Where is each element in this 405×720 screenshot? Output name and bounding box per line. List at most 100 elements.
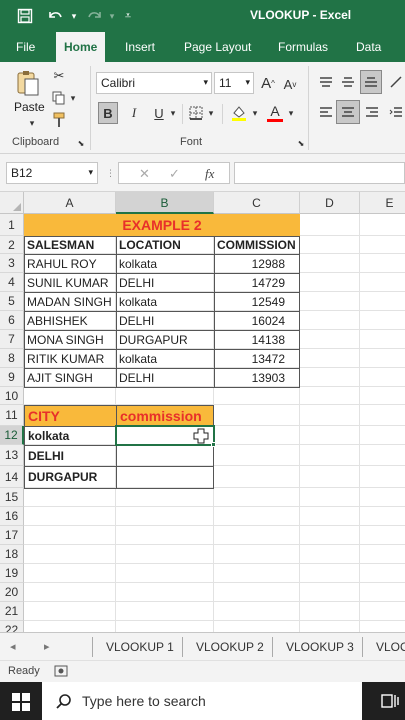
undo-dropdown-icon[interactable]: ▾ (68, 6, 80, 26)
row-header-20[interactable]: 20 (0, 583, 24, 602)
table-header-cell[interactable]: COMMISSION (214, 236, 300, 255)
table-title-cell[interactable]: EXAMPLE 2 (24, 214, 300, 236)
row-header-6[interactable]: 6 (0, 311, 24, 330)
table-row-cell[interactable]: 13472 (214, 349, 300, 369)
font-color-dropdown-icon[interactable]: ▾ (286, 106, 296, 120)
cell[interactable] (360, 602, 405, 621)
cell[interactable] (360, 488, 405, 507)
cell[interactable] (360, 583, 405, 602)
cell[interactable] (116, 583, 214, 602)
cell[interactable] (360, 507, 405, 526)
cell[interactable] (360, 330, 405, 349)
cell[interactable] (214, 488, 300, 507)
cell[interactable] (300, 368, 360, 387)
row-header-11[interactable]: 11 (0, 405, 24, 426)
cell[interactable] (214, 387, 300, 405)
table-row-cell[interactable]: kolkata (116, 349, 215, 369)
cell[interactable] (300, 488, 360, 507)
cell[interactable] (24, 621, 116, 632)
table-row-cell[interactable]: RITIK KUMAR (24, 349, 117, 369)
table-header-cell[interactable]: LOCATION (116, 236, 215, 255)
cell[interactable] (214, 602, 300, 621)
undo-icon[interactable] (44, 6, 66, 26)
cell[interactable] (300, 583, 360, 602)
underline-button[interactable]: U (150, 102, 168, 124)
sheet-tab-vlookup-2[interactable]: VLOOKUP 2 (196, 640, 264, 654)
tab-file[interactable]: File (16, 40, 35, 54)
row-header-17[interactable]: 17 (0, 526, 24, 545)
table-row-cell[interactable]: RAHUL ROY (24, 254, 117, 274)
cell[interactable] (300, 466, 360, 488)
table-row-cell[interactable]: DELHI (116, 368, 215, 388)
table-row-cell[interactable]: DURGAPUR (116, 330, 215, 350)
cell[interactable] (300, 507, 360, 526)
row-header-14[interactable]: 14 (0, 466, 24, 488)
table-row-cell[interactable]: DELHI (116, 311, 215, 331)
sheet-tab-vlookup-3[interactable]: VLOOKUP 3 (286, 640, 354, 654)
cell[interactable] (300, 273, 360, 292)
borders-icon[interactable] (186, 102, 206, 124)
lookup-city-cell[interactable]: kolkata (24, 426, 117, 446)
cell[interactable] (214, 583, 300, 602)
cell[interactable] (360, 545, 405, 564)
clipboard-launcher-icon[interactable]: ⬊ (76, 138, 86, 148)
grow-font-button[interactable]: A ^ (258, 72, 278, 94)
cell[interactable] (300, 545, 360, 564)
row-header-12[interactable]: 12 (0, 426, 24, 445)
table-row-cell[interactable]: kolkata (116, 254, 215, 274)
cell[interactable] (24, 387, 116, 405)
cell[interactable] (24, 545, 116, 564)
tab-insert[interactable]: Insert (125, 40, 155, 54)
column-header-c[interactable]: C (214, 192, 300, 214)
row-header-22[interactable]: 22 (0, 621, 24, 632)
cell[interactable] (360, 526, 405, 545)
cell[interactable] (300, 311, 360, 330)
lookup-header-cell[interactable]: CITY (24, 405, 117, 427)
row-header-5[interactable]: 5 (0, 292, 24, 311)
align-middle-icon[interactable] (338, 72, 358, 92)
cell[interactable] (300, 602, 360, 621)
prev-sheet-icon[interactable]: ◂ (10, 640, 16, 653)
row-header-15[interactable]: 15 (0, 488, 24, 507)
cell[interactable] (116, 488, 214, 507)
cell[interactable] (360, 368, 405, 387)
lookup-header-cell[interactable]: commission (116, 405, 214, 427)
fill-color-icon[interactable] (228, 102, 250, 124)
cell[interactable] (360, 445, 405, 466)
table-row-cell[interactable]: kolkata (116, 292, 215, 312)
underline-dropdown-icon[interactable]: ▾ (168, 106, 178, 120)
tab-page-layout[interactable]: Page Layout (184, 40, 251, 54)
cell[interactable] (360, 621, 405, 632)
customize-toolbar-icon[interactable]: ⩡ (120, 6, 136, 26)
cell[interactable] (360, 214, 405, 236)
cell[interactable] (214, 445, 300, 466)
cell[interactable] (300, 526, 360, 545)
cell[interactable] (300, 426, 360, 445)
insert-function-icon[interactable]: fx (205, 166, 214, 182)
formula-input[interactable] (234, 162, 405, 184)
lookup-commission-cell[interactable] (116, 466, 214, 489)
row-header-4[interactable]: 4 (0, 273, 24, 292)
sheet-tab-vlookup-1[interactable]: VLOOKUP 1 (106, 640, 174, 654)
cell[interactable] (360, 405, 405, 426)
column-header-b[interactable]: B (116, 192, 214, 214)
table-row-cell[interactable]: MONA SINGH (24, 330, 117, 350)
cell[interactable] (24, 564, 116, 583)
cell[interactable] (360, 564, 405, 583)
column-header-a[interactable]: A (24, 192, 116, 214)
redo-dropdown-icon[interactable]: ▾ (106, 6, 118, 26)
align-left-icon[interactable] (316, 102, 336, 122)
cell[interactable] (360, 466, 405, 488)
table-row-cell[interactable]: SUNIL KUMAR (24, 273, 117, 293)
row-header-19[interactable]: 19 (0, 564, 24, 583)
select-all-corner[interactable] (0, 192, 24, 214)
column-header-e[interactable]: E (360, 192, 405, 214)
cell[interactable] (300, 564, 360, 583)
cell[interactable] (214, 405, 300, 426)
cell[interactable] (360, 273, 405, 292)
cell[interactable] (116, 602, 214, 621)
cut-icon[interactable]: ✂ (50, 66, 68, 86)
row-header-16[interactable]: 16 (0, 507, 24, 526)
drag-handle-icon[interactable]: ⋮ (106, 168, 115, 179)
table-row-cell[interactable]: 14729 (214, 273, 300, 293)
